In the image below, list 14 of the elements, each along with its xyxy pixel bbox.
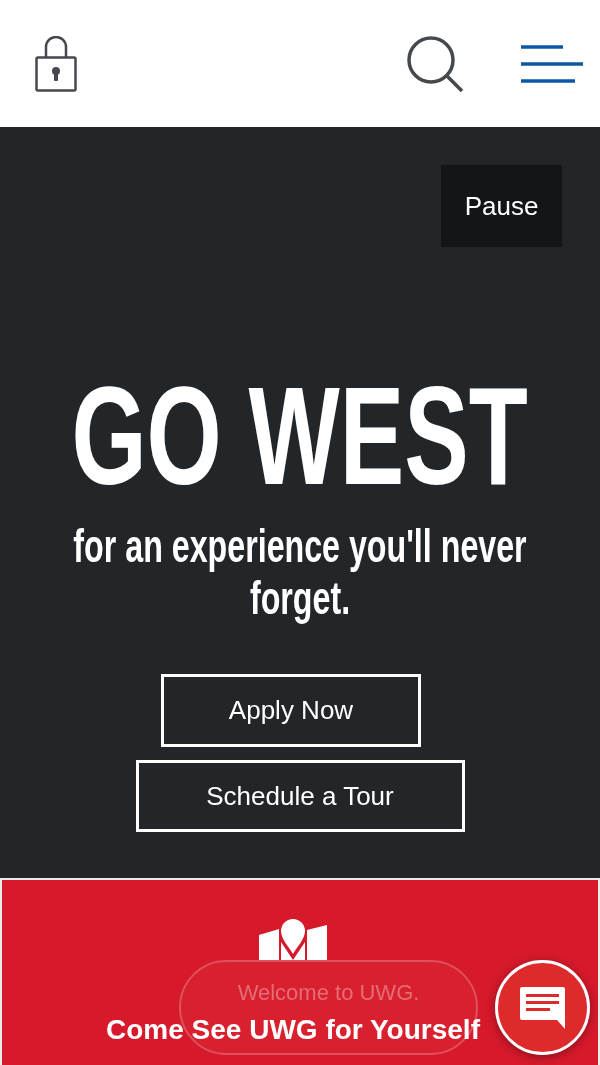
search-icon [406,35,464,92]
search-button[interactable] [406,35,464,92]
tour-button[interactable]: Schedule a Tour [135,760,465,832]
lock-icon [35,35,77,92]
hero-subtitle: for an experience you'll never forget. [72,520,528,624]
menu-icon [521,44,583,83]
chat-button[interactable] [495,960,590,1055]
pause-button[interactable]: Pause [441,165,562,247]
apply-button[interactable]: Apply Now [161,674,421,747]
hero-title: GO WEST [71,366,529,506]
promo-heading: Come See UWG for Yourself [106,1014,480,1046]
account-button[interactable] [35,35,77,92]
chat-icon [520,986,565,1029]
menu-button[interactable] [521,44,583,83]
